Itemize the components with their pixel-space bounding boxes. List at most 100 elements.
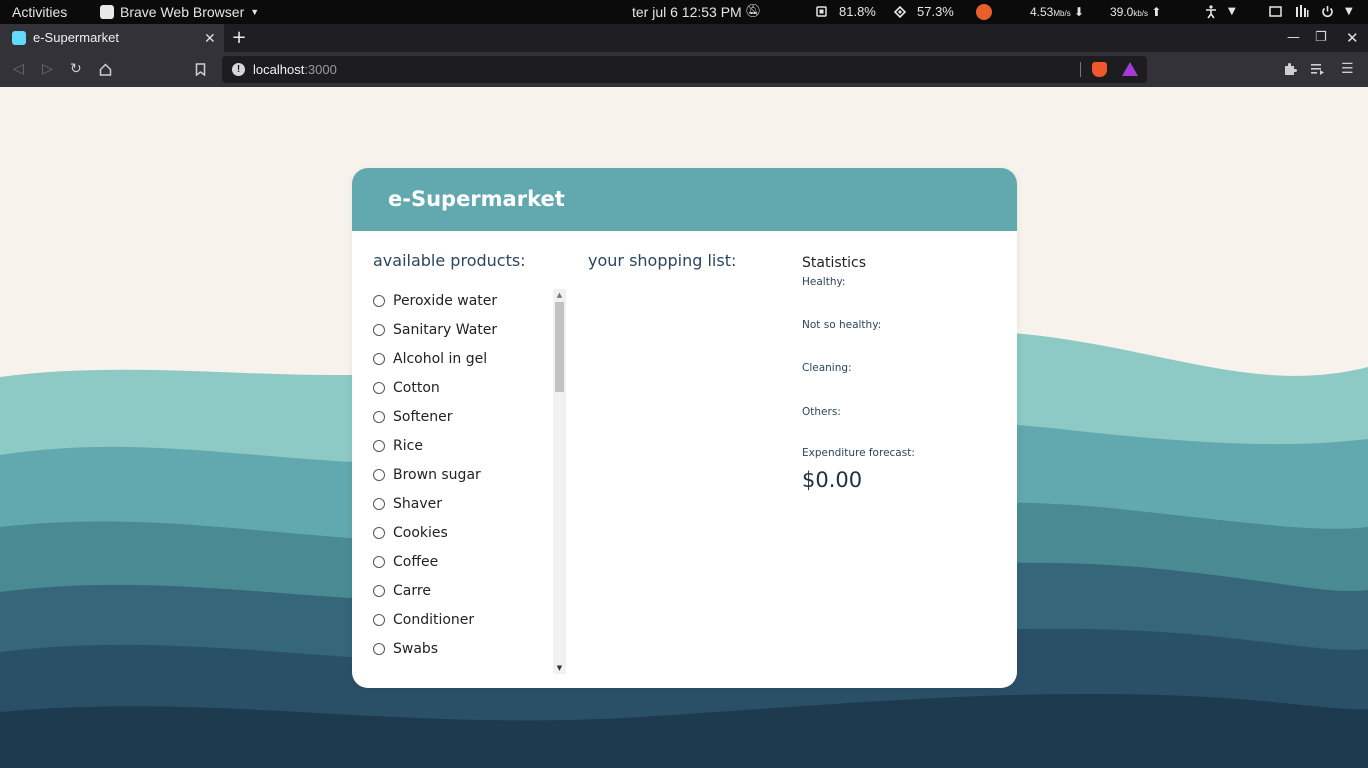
stat-not-so-healthy-label: Not so healthy: bbox=[802, 319, 882, 331]
tab-e-supermarket[interactable]: e-Supermarket ✕ bbox=[0, 24, 224, 52]
product-item[interactable]: Conditioner bbox=[373, 609, 474, 631]
forward-icon[interactable]: ▷ bbox=[42, 52, 53, 87]
bookmark-icon[interactable] bbox=[195, 52, 206, 87]
back-icon[interactable]: ◁ bbox=[13, 52, 24, 87]
card-header: e-Supermarket bbox=[352, 168, 1017, 231]
minimize-icon[interactable]: — bbox=[1287, 24, 1300, 52]
product-item[interactable]: Swabs bbox=[373, 638, 438, 660]
home-icon[interactable] bbox=[99, 52, 112, 87]
arrow-up-icon: ⬆ bbox=[1151, 5, 1162, 19]
extensions-icon[interactable] bbox=[1283, 52, 1297, 87]
new-tab-button[interactable]: + bbox=[230, 24, 248, 52]
react-favicon-icon bbox=[12, 31, 26, 45]
product-label: Brown sugar bbox=[393, 467, 481, 483]
product-item[interactable]: Carre bbox=[373, 580, 431, 602]
reload-icon[interactable]: ↻ bbox=[70, 52, 82, 87]
product-radio[interactable] bbox=[373, 382, 385, 394]
tab-strip: e-Supermarket ✕ + — ❐ ✕ bbox=[0, 24, 1368, 52]
brave-shield-icon[interactable] bbox=[1092, 62, 1107, 77]
power-icon bbox=[1321, 0, 1334, 24]
network-up-value: 39.0 bbox=[1110, 5, 1134, 19]
product-list-scrollbar[interactable]: ▲ ▼ bbox=[553, 289, 566, 674]
scroll-thumb[interactable] bbox=[555, 302, 564, 392]
product-radio[interactable] bbox=[373, 614, 385, 626]
stat-others-label: Others: bbox=[802, 406, 841, 418]
network-down-unit: Mb/s bbox=[1053, 9, 1071, 18]
product-radio[interactable] bbox=[373, 353, 385, 365]
media-playlist-icon[interactable] bbox=[1311, 52, 1325, 87]
network-down: 4.53Mb/s ⬇ bbox=[1030, 0, 1084, 24]
accessibility-icon[interactable] bbox=[1205, 0, 1217, 24]
supermarket-card: e-Supermarket available products: your s… bbox=[352, 168, 1017, 688]
menu-icon[interactable]: ☰ bbox=[1341, 52, 1354, 87]
product-item[interactable]: Cotton bbox=[373, 377, 440, 399]
product-radio[interactable] bbox=[373, 295, 385, 307]
site-info-icon[interactable]: ! bbox=[232, 63, 245, 76]
activities-button[interactable]: Activities bbox=[12, 0, 67, 24]
url-host: localhost bbox=[253, 62, 305, 77]
url-text[interactable]: localhost:3000 bbox=[253, 56, 337, 83]
address-bar[interactable]: ! localhost:3000 bbox=[222, 56, 1147, 83]
product-item[interactable]: Peroxide water bbox=[373, 290, 497, 312]
system-menu-chevron-icon[interactable]: ▼ bbox=[1345, 0, 1353, 24]
memory-usage: 57.3% bbox=[917, 4, 954, 19]
product-label: Alcohol in gel bbox=[393, 351, 488, 367]
product-label: Sanitary Water bbox=[393, 322, 498, 338]
cpu-icon bbox=[815, 0, 828, 24]
tab-title: e-Supermarket bbox=[33, 30, 119, 45]
shopping-list-heading: your shopping list: bbox=[588, 251, 737, 270]
expenditure-total: $0.00 bbox=[802, 468, 863, 492]
system-top-bar: Activities Brave Web Browser ▼ ter jul 6… bbox=[0, 0, 1368, 24]
volume-icon bbox=[1295, 0, 1309, 24]
product-item[interactable]: Shaver bbox=[373, 493, 442, 515]
product-label: Cotton bbox=[393, 380, 440, 396]
product-item[interactable]: Sanitary Water bbox=[373, 319, 497, 341]
product-item[interactable]: Alcohol in gel bbox=[373, 348, 487, 370]
url-divider bbox=[1080, 62, 1081, 77]
product-label: Softener bbox=[393, 409, 453, 425]
product-list[interactable]: Peroxide water Sanitary Water Alcohol in g… bbox=[373, 290, 551, 674]
product-radio[interactable] bbox=[373, 585, 385, 597]
extension-indicator-icon[interactable] bbox=[976, 4, 992, 20]
product-radio[interactable] bbox=[373, 556, 385, 568]
bell-muted-icon: 🔕︎ bbox=[745, 4, 762, 19]
app-menu[interactable]: Brave Web Browser ▼ bbox=[100, 0, 259, 24]
product-radio[interactable] bbox=[373, 324, 385, 336]
product-label: Swabs bbox=[393, 641, 439, 657]
product-item[interactable]: Cookies bbox=[373, 522, 448, 544]
url-port: :3000 bbox=[304, 62, 337, 77]
product-label: Conditioner bbox=[393, 612, 475, 628]
brave-rewards-icon[interactable] bbox=[1122, 62, 1138, 76]
product-radio[interactable] bbox=[373, 643, 385, 655]
product-label: Peroxide water bbox=[393, 293, 498, 309]
product-radio[interactable] bbox=[373, 411, 385, 423]
product-item[interactable]: Brown sugar bbox=[373, 464, 481, 486]
window-close-icon[interactable]: ✕ bbox=[1346, 24, 1359, 52]
stat-cleaning-label: Cleaning: bbox=[802, 362, 852, 374]
network-down-value: 4.53 bbox=[1030, 5, 1054, 19]
expenditure-forecast-label: Expenditure forecast: bbox=[802, 447, 915, 459]
close-icon[interactable]: ✕ bbox=[204, 24, 216, 52]
product-radio[interactable] bbox=[373, 469, 385, 481]
chevron-down-icon[interactable]: ▼ bbox=[1228, 0, 1236, 24]
scroll-up-arrow-icon[interactable]: ▲ bbox=[553, 289, 566, 301]
product-label: Cookies bbox=[393, 525, 448, 541]
memory-icon bbox=[893, 0, 907, 24]
product-item[interactable]: Coffee bbox=[373, 551, 438, 573]
product-radio[interactable] bbox=[373, 440, 385, 452]
restore-window-icon[interactable]: ❐ bbox=[1315, 24, 1327, 52]
brave-app-icon bbox=[100, 5, 114, 19]
app-title: e-Supermarket bbox=[388, 187, 565, 211]
browser-toolbar: ◁ ▷ ↻ ! localhost:3000 ☰ bbox=[0, 52, 1368, 87]
cpu-usage: 81.8% bbox=[839, 4, 876, 19]
product-item[interactable]: Rice bbox=[373, 435, 423, 457]
product-radio[interactable] bbox=[373, 527, 385, 539]
arrow-down-icon: ⬇ bbox=[1074, 5, 1085, 19]
product-item[interactable]: Softener bbox=[373, 406, 452, 428]
product-radio[interactable] bbox=[373, 498, 385, 510]
scroll-down-arrow-icon[interactable]: ▼ bbox=[553, 662, 566, 674]
stat-healthy-label: Healthy: bbox=[802, 276, 846, 288]
app-menu-label: Brave Web Browser bbox=[120, 4, 245, 20]
screen-icon bbox=[1269, 0, 1282, 24]
clock[interactable]: ter jul 6 12:53 PM bbox=[632, 0, 742, 24]
